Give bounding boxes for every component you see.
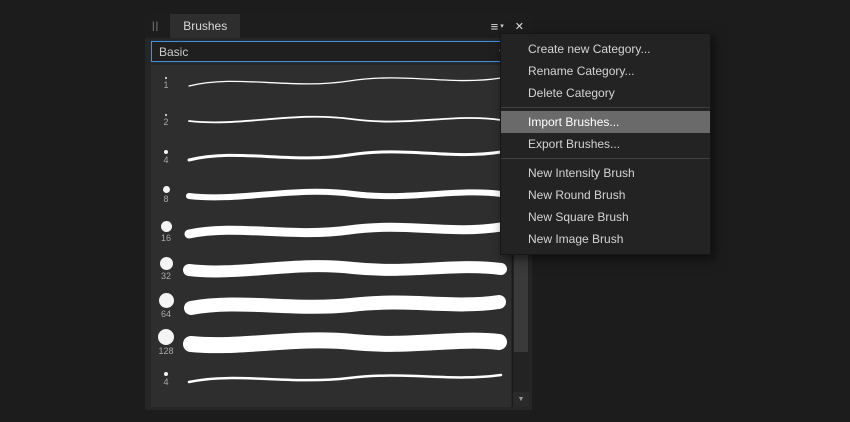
brush-list-item-8[interactable]: 8 <box>151 176 511 213</box>
brushes-panel-menu: Create new Category... Rename Category..… <box>500 33 711 255</box>
panel-drag-grip-icon[interactable]: || <box>145 14 164 38</box>
brush-size-label: 32 <box>160 270 171 281</box>
brush-stroke-preview <box>188 77 502 87</box>
close-icon: ✕ <box>514 20 524 33</box>
brush-list: 1 2 4 8 16 32 64 128 4 <box>151 65 511 407</box>
brush-size-label: 16 <box>160 232 171 243</box>
scroll-down-button[interactable]: ▼ <box>513 392 529 407</box>
menu-item-new-square-brush[interactable]: New Square Brush <box>501 206 710 228</box>
brush-size-label: 4 <box>163 155 169 165</box>
brush-tip-dot <box>162 185 170 193</box>
brush-stroke-preview <box>187 150 503 162</box>
brush-stroke-preview <box>184 295 506 315</box>
menu-item-new-intensity-brush[interactable]: New Intensity Brush <box>501 162 710 184</box>
brush-tip-dot <box>158 292 174 308</box>
brush-stroke-preview <box>184 222 506 239</box>
menu-item-delete-category[interactable]: Delete Category <box>501 82 710 104</box>
brush-stroke-preview <box>187 373 503 384</box>
header-spacer <box>240 14 485 38</box>
category-select[interactable]: Basic ▾ <box>151 41 511 62</box>
application-background: || Brushes ≡ ▾ ✕ Basic ▾ 1 <box>0 0 850 422</box>
brush-size-label: 2 <box>163 117 169 127</box>
panel-header: || Brushes ≡ ▾ ✕ <box>145 14 532 38</box>
brush-list-item-2[interactable]: 2 <box>151 102 511 139</box>
brush-tip-column: 4 <box>151 372 181 387</box>
brush-stroke-preview <box>183 260 507 278</box>
brush-list-item-128[interactable]: 128 <box>151 324 511 361</box>
brush-list-item-1[interactable]: 1 <box>151 65 511 102</box>
menu-item-new-image-brush[interactable]: New Image Brush <box>501 228 710 250</box>
brush-tip-column: 2 <box>151 114 181 127</box>
tab-brushes[interactable]: Brushes <box>170 14 241 38</box>
brush-list-item-16[interactable]: 16 <box>151 213 511 250</box>
brush-tip-column: 4 <box>151 150 181 165</box>
hamburger-menu-icon: ≡ <box>490 18 499 34</box>
brushes-panel: || Brushes ≡ ▾ ✕ Basic ▾ 1 <box>145 14 532 410</box>
brush-tip-dot <box>164 150 168 154</box>
brush-list-item-64[interactable]: 64 <box>151 287 511 324</box>
menu-item-new-round-brush[interactable]: New Round Brush <box>501 184 710 206</box>
tab-label: Brushes <box>183 19 228 33</box>
brush-list-item-32[interactable]: 32 <box>151 250 511 287</box>
brush-tip-dot <box>165 114 167 116</box>
brush-stroke-preview <box>183 332 507 354</box>
menu-item-create-new-category[interactable]: Create new Category... <box>501 38 710 60</box>
menu-item-rename-category[interactable]: Rename Category... <box>501 60 710 82</box>
chevron-down-icon: ▾ <box>500 23 504 30</box>
menu-separator <box>501 158 710 159</box>
brush-size-label: 128 <box>158 346 174 356</box>
brush-tip-column: 128 <box>151 329 181 356</box>
brush-stroke-preview <box>188 115 502 124</box>
brush-tip-dot <box>164 372 168 376</box>
brush-tip-column: 64 <box>151 292 181 319</box>
brush-stroke-preview <box>186 188 504 201</box>
brush-tip-dot <box>160 220 172 232</box>
brush-size-label: 8 <box>163 193 169 204</box>
category-select-value: Basic <box>159 44 189 59</box>
brush-list-item-4[interactable]: 4 <box>151 139 511 176</box>
brush-tip-column: 16 <box>151 220 181 243</box>
brush-list-item-4b[interactable]: 4 <box>151 361 511 398</box>
brush-tip-dot <box>158 329 174 345</box>
menu-item-export-brushes[interactable]: Export Brushes... <box>501 133 710 155</box>
menu-separator <box>501 107 710 108</box>
brush-tip-column: 1 <box>151 77 181 90</box>
brush-size-label: 64 <box>160 308 171 319</box>
brush-tip-dot <box>159 256 173 270</box>
brush-tip-dot <box>165 77 167 79</box>
brush-size-label: 1 <box>163 80 169 90</box>
menu-item-import-brushes[interactable]: Import Brushes... <box>501 111 710 133</box>
brush-tip-column: 32 <box>151 256 181 281</box>
scroll-down-arrow-icon: ▼ <box>517 396 525 403</box>
brush-tip-column: 8 <box>151 185 181 204</box>
brush-size-label: 4 <box>163 377 169 387</box>
